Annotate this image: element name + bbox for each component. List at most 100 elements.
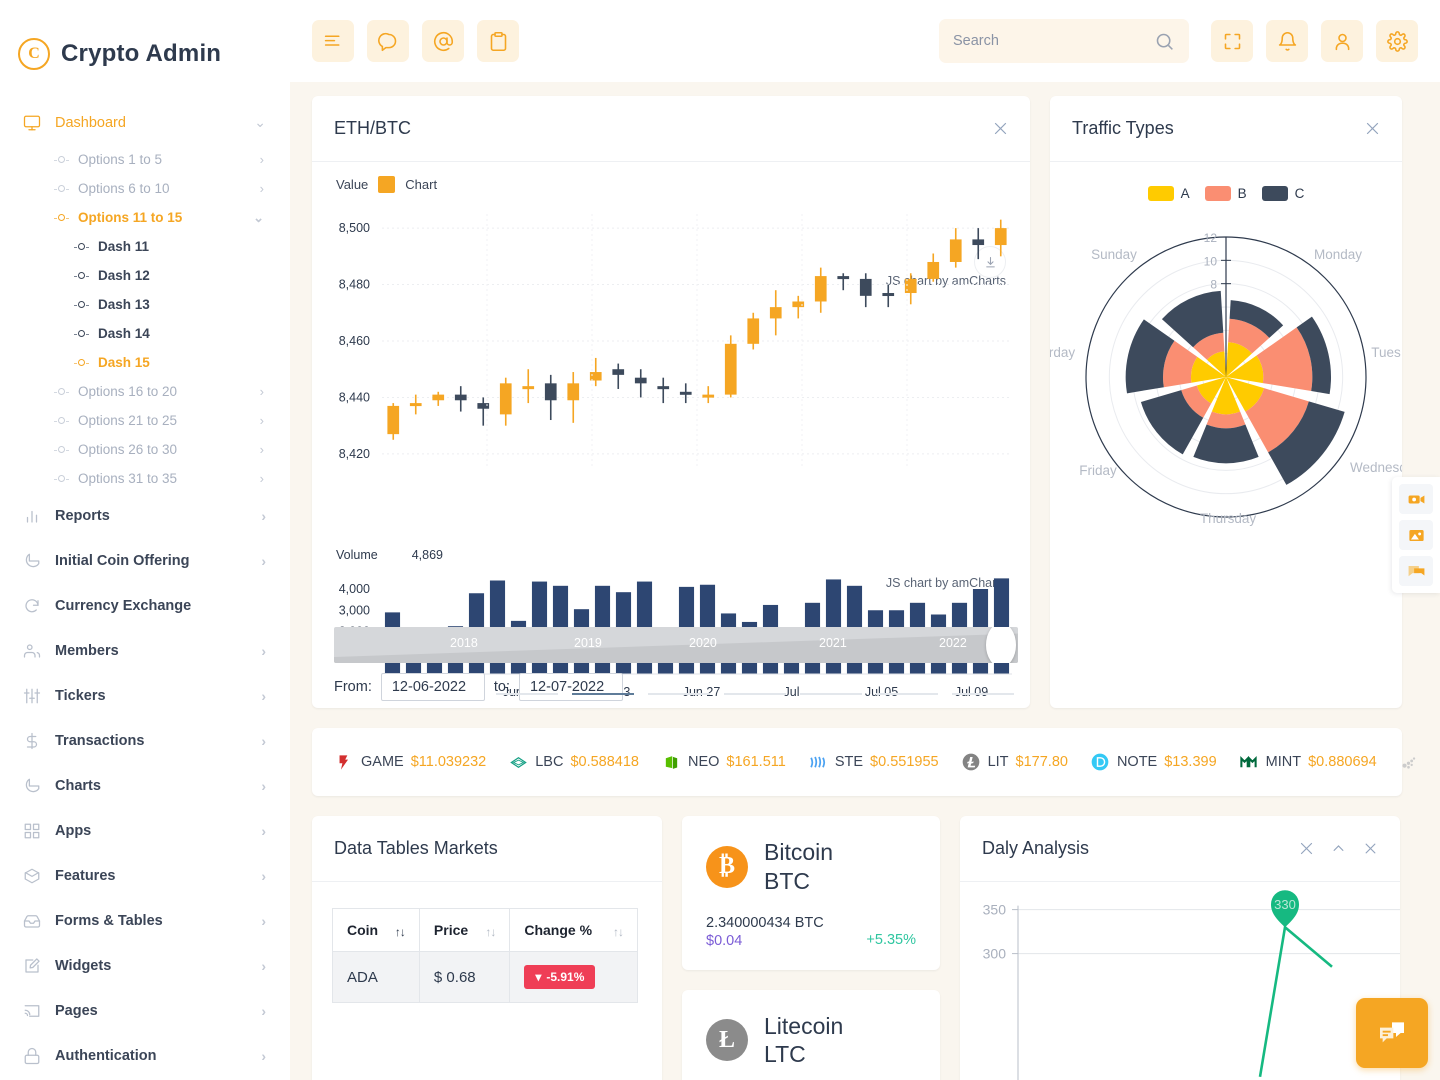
close-icon[interactable] <box>1363 841 1378 856</box>
pager-tick[interactable] <box>876 693 938 695</box>
legend-item-b[interactable]: B <box>1204 186 1247 201</box>
legend-swatch-c <box>1261 186 1288 201</box>
sidebar-subitem-options-11-15[interactable]: Options 11 to 15 ⌄ <box>0 203 290 232</box>
legend-item-c[interactable]: C <box>1261 186 1304 201</box>
sidebar-item-apps[interactable]: Apps › <box>0 808 290 853</box>
sidebar-item-dash-11[interactable]: Dash 11 <box>0 232 290 261</box>
sort-icon[interactable]: ↑↓ <box>485 926 496 938</box>
chat-bubble-icon[interactable] <box>367 20 409 62</box>
sidebar-item-reports[interactable]: Reports › <box>0 493 290 538</box>
bar-chart-icon <box>22 506 41 525</box>
sidebar-subitem-options-26-30[interactable]: Options 26 to 30 › <box>0 435 290 464</box>
edit-square-icon <box>22 956 41 975</box>
legend-item-a[interactable]: A <box>1147 186 1190 201</box>
gear-icon[interactable] <box>1376 20 1418 62</box>
daly-line-chart[interactable]: 300 350 330 <box>960 882 1400 1080</box>
align-left-icon[interactable] <box>312 20 354 62</box>
sidebar-subitem-options-16-20[interactable]: Options 16 to 20 › <box>0 377 290 406</box>
chart-pager[interactable] <box>496 693 1014 695</box>
date-from-input[interactable] <box>380 673 485 701</box>
chevron-up-icon[interactable] <box>1331 841 1346 856</box>
at-mention-icon[interactable] <box>422 20 464 62</box>
sidebar-subitem-options-1-5[interactable]: Options 1 to 5 › <box>0 145 290 174</box>
pager-tick[interactable] <box>724 693 786 695</box>
pager-tick[interactable] <box>800 693 862 695</box>
pager-tick[interactable] <box>496 693 558 695</box>
svg-text:10: 10 <box>1204 254 1218 268</box>
th-change[interactable]: Change % ↑↓ <box>509 908 638 952</box>
sidebar-item-dash-12[interactable]: Dash 12 <box>0 261 290 290</box>
app-root: C Crypto Admin Dashboard ⌄ Options 1 to … <box>0 0 1440 1080</box>
search-input[interactable] <box>953 33 1154 49</box>
sidebar-item-dashboard[interactable]: Dashboard ⌄ <box>0 100 290 145</box>
chevron-right-icon: › <box>261 642 266 659</box>
fullscreen-icon[interactable] <box>1211 20 1253 62</box>
expand-collapse-icon[interactable] <box>1299 841 1314 856</box>
ticker-symbol: GAME <box>361 754 404 770</box>
ticker-neo[interactable]: NEO $161.511 <box>661 752 786 772</box>
sidebar-item-transactions[interactable]: Transactions › <box>0 718 290 763</box>
expand-collapse-icon[interactable] <box>1365 121 1380 136</box>
th-coin[interactable]: Coin ↑↓ <box>332 908 420 952</box>
clipboard-icon[interactable] <box>477 20 519 62</box>
ticker-note[interactable]: NOTE $13.399 <box>1090 752 1217 772</box>
ticker-lbc[interactable]: LBC $0.588418 <box>508 752 639 772</box>
sidebar-item-authentication[interactable]: Authentication › <box>0 1033 290 1078</box>
pager-tick-active[interactable] <box>572 693 634 695</box>
svg-text:330: 330 <box>1274 897 1296 912</box>
svg-text:Jul: Jul <box>784 685 800 699</box>
sidebar-item-features[interactable]: Features › <box>0 853 290 898</box>
brand[interactable]: C Crypto Admin <box>0 0 290 84</box>
user-icon[interactable] <box>1321 20 1363 62</box>
scrollbar-handle[interactable] <box>986 627 1016 663</box>
pager-tick[interactable] <box>648 693 710 695</box>
sidebar-item-initial-coin-offering[interactable]: Initial Coin Offering › <box>0 538 290 583</box>
bell-icon[interactable] <box>1266 20 1308 62</box>
search-box[interactable] <box>939 19 1189 63</box>
polar-rose-chart[interactable]: 8 10 12 Monday Tues Wednesc Thursday Friday rday… <box>1049 229 1406 649</box>
sidebar-item-forms-tables[interactable]: Forms & Tables › <box>0 898 290 943</box>
sidebar-item-charts[interactable]: Charts › <box>0 763 290 808</box>
search-icon[interactable] <box>1154 31 1175 52</box>
ticker-mint[interactable]: MINT $0.880694 <box>1239 752 1377 772</box>
svg-text:3,000: 3,000 <box>339 603 370 617</box>
sidebar-item-members[interactable]: Members › <box>0 628 290 673</box>
svg-text:8,440: 8,440 <box>339 390 370 404</box>
chat-icon[interactable] <box>1399 556 1433 586</box>
markets-table: Coin ↑↓ Price ↑↓ Change % ↑↓ ADA $ 0.68 … <box>332 908 638 1003</box>
coin-card-litecoin[interactable]: Ł Litecoin LTC <box>682 989 940 1080</box>
ticker-game[interactable]: GAME $11.039232 <box>334 752 486 772</box>
sidebar-subitem-options-31-35[interactable]: Options 31 to 35 › <box>0 464 290 493</box>
ticker-iota[interactable] <box>1399 752 1419 772</box>
sidebar-item-dash-14[interactable]: Dash 14 <box>0 319 290 348</box>
camera-icon[interactable] <box>1399 484 1433 514</box>
date-to-input[interactable] <box>518 673 623 701</box>
chevron-right-icon: › <box>261 777 266 794</box>
sidebar-item-pages[interactable]: Pages › <box>0 988 290 1033</box>
sort-icon[interactable]: ↑↓ <box>395 926 406 938</box>
svg-text:300: 300 <box>983 946 1007 962</box>
sidebar-item-dash-15[interactable]: Dash 15 <box>0 348 290 377</box>
panel-header: Traffic Types <box>1050 96 1402 162</box>
coin-card-bitcoin[interactable]: ₿ Bitcoin BTC 2.340000434 BTC $0.04 +5.3… <box>682 816 940 970</box>
sidebar-item-tickers[interactable]: Tickers › <box>0 673 290 718</box>
expand-collapse-icon[interactable] <box>993 121 1008 136</box>
sidebar-item-label: Currency Exchange <box>55 597 192 614</box>
sidebar-item-widgets[interactable]: Widgets › <box>0 943 290 988</box>
volume-value: 4,869 <box>411 548 443 562</box>
ticker-ste[interactable]: STE $0.551955 <box>808 752 939 772</box>
th-price[interactable]: Price ↑↓ <box>418 908 511 952</box>
sidebar-item-currency-exchange[interactable]: Currency Exchange <box>0 583 290 628</box>
date-range-scrollbar[interactable]: 2018 2019 2020 2021 2022 <box>334 627 1018 663</box>
sidebar-subitem-options-21-25[interactable]: Options 21 to 25 › <box>0 406 290 435</box>
sidebar-subitem-options-6-10[interactable]: Options 6 to 10 › <box>0 174 290 203</box>
table-row[interactable]: ADA $ 0.68 ▾ -5.91% <box>332 951 638 1003</box>
panel-actions <box>993 121 1008 136</box>
chat-fab-icon[interactable] <box>1356 998 1428 1068</box>
ethbtc-chart[interactable]: Value Chart JS chart by amCharts JS char… <box>312 162 1030 707</box>
ticker-lit[interactable]: LIT $177.80 <box>961 752 1068 772</box>
pager-tick[interactable] <box>952 693 1014 695</box>
image-icon[interactable] <box>1399 520 1433 550</box>
sort-icon[interactable]: ↑↓ <box>613 926 624 938</box>
sidebar-item-dash-13[interactable]: Dash 13 <box>0 290 290 319</box>
